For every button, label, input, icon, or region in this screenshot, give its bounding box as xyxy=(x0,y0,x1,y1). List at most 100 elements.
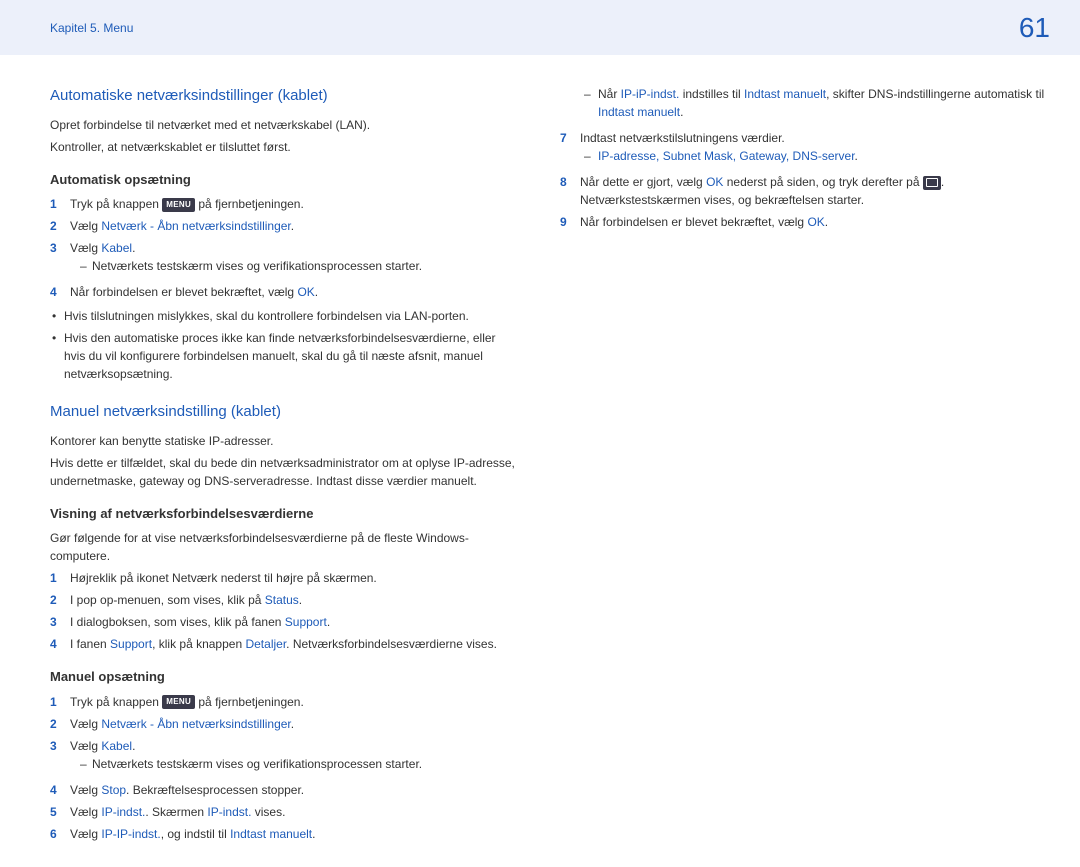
step-number: 1 xyxy=(50,195,62,213)
link-text: OK xyxy=(706,175,723,189)
link-text: IP-IP-indst. xyxy=(101,827,160,841)
column-left: Automatiske netværksindstillinger (kable… xyxy=(50,85,520,847)
step-number: 1 xyxy=(50,569,62,587)
link-text: Indtast manuelt xyxy=(598,105,680,119)
step-item: 8 Når dette er gjort, vælg OK nederst på… xyxy=(560,173,1045,209)
step-item: 4 I fanen Support, klik på knappen Detal… xyxy=(50,635,520,653)
step-body: Når dette er gjort, vælg OK nederst på s… xyxy=(580,173,1045,209)
page-number: 61 xyxy=(1019,7,1050,49)
step-body: Tryk på knappen MENU på fjernbetjeningen… xyxy=(70,195,520,213)
bullet-list: Hvis tilslutningen mislykkes, skal du ko… xyxy=(50,307,520,383)
link-text: Detaljer xyxy=(245,637,286,651)
content: Automatiske netværksindstillinger (kable… xyxy=(0,55,1080,867)
step-number: 4 xyxy=(50,283,62,301)
menu-button-icon: MENU xyxy=(162,198,195,212)
step-number: 3 xyxy=(50,737,62,777)
link-text: Support xyxy=(110,637,152,651)
step-body: Når forbindelsen er blevet bekræftet, væ… xyxy=(70,283,520,301)
step-body: I fanen Support, klik på knappen Detalje… xyxy=(70,635,520,653)
step-number: 2 xyxy=(50,591,62,609)
subheading-view-values: Visning af netværksforbindelsesværdierne xyxy=(50,504,520,524)
step-body: Når IP-iP-indst. indstilles til Indtast … xyxy=(580,85,1045,125)
remote-enter-icon xyxy=(923,176,941,190)
step-body: I dialogboksen, som vises, klik på fanen… xyxy=(70,613,520,631)
step-body: Vælg Netværk - Åbn netværksindstillinger… xyxy=(70,715,520,733)
step-body: Tryk på knappen MENU på fjernbetjeningen… xyxy=(70,693,520,711)
sub-note: Netværkets testskærm vises og verifikati… xyxy=(70,257,520,275)
step-number: 5 xyxy=(50,803,62,821)
step-body: Højreklik på ikonet Netværk nederst til … xyxy=(70,569,520,587)
step-body: Når forbindelsen er blevet bekræftet, væ… xyxy=(580,213,1045,231)
step-list: 1 Højreklik på ikonet Netværk nederst ti… xyxy=(50,569,520,653)
step-body: Vælg Kabel. Netværkets testskærm vises o… xyxy=(70,239,520,279)
column-right: 0 Når IP-iP-indst. indstilles til Indtas… xyxy=(560,85,1045,847)
link-text: Support xyxy=(285,615,327,629)
menu-button-icon: MENU xyxy=(162,695,195,709)
step-body: I pop op-menuen, som vises, klik på Stat… xyxy=(70,591,520,609)
bullet-item: Hvis den automatiske proces ikke kan fin… xyxy=(50,329,520,383)
step-number: 6 xyxy=(50,825,62,843)
step-item: 5 Vælg IP-indst.. Skærmen IP-indst. vise… xyxy=(50,803,520,821)
paragraph: Gør følgende for at vise netværksforbind… xyxy=(50,529,520,565)
link-text: Indtast manuelt xyxy=(230,827,312,841)
step-number: 2 xyxy=(50,217,62,235)
step-item: 4 Vælg Stop. Bekræftelsesprocessen stopp… xyxy=(50,781,520,799)
step-number: 3 xyxy=(50,613,62,631)
link-text: IP-iP-indst. xyxy=(621,87,680,101)
subheading-auto-setup: Automatisk opsætning xyxy=(50,170,520,190)
link-text: Netværk - Åbn netværksindstillinger xyxy=(101,717,290,731)
step-list: 1 Tryk på knappen MENU på fjernbetjening… xyxy=(50,693,520,843)
step-body: Vælg Stop. Bekræftelsesprocessen stopper… xyxy=(70,781,520,799)
step-item: 3 Vælg Kabel. Netværkets testskærm vises… xyxy=(50,737,520,777)
bullet-item: Hvis tilslutningen mislykkes, skal du ko… xyxy=(50,307,520,325)
step-list: 1 Tryk på knappen MENU på fjernbetjening… xyxy=(50,195,520,301)
step-item: 3 Vælg Kabel. Netværkets testskærm vises… xyxy=(50,239,520,279)
step-item: 9 Når forbindelsen er blevet bekræftet, … xyxy=(560,213,1045,231)
step-list-continued: 0 Når IP-iP-indst. indstilles til Indtas… xyxy=(560,85,1045,231)
heading-auto-network: Automatiske netværksindstillinger (kable… xyxy=(50,85,520,108)
step-item: 2 I pop op-menuen, som vises, klik på St… xyxy=(50,591,520,609)
step-number: 2 xyxy=(50,715,62,733)
step-item: 7 Indtast netværkstilslutningens værdier… xyxy=(560,129,1045,169)
step-number: 4 xyxy=(50,781,62,799)
link-text: IP-indst. xyxy=(101,805,145,819)
step-item: 2 Vælg Netværk - Åbn netværksindstilling… xyxy=(50,715,520,733)
step-item: 4 Når forbindelsen er blevet bekræftet, … xyxy=(50,283,520,301)
step-number: 1 xyxy=(50,693,62,711)
link-text: Indtast manuelt xyxy=(744,87,826,101)
step-item: 6 Vælg IP-IP-indst., og indstil til Indt… xyxy=(50,825,520,843)
heading-manual-network: Manuel netværksindstilling (kablet) xyxy=(50,401,520,424)
step-body: Vælg Kabel. Netværkets testskærm vises o… xyxy=(70,737,520,777)
link-text: OK xyxy=(807,215,824,229)
link-text: Status xyxy=(265,593,299,607)
step-item: 2 Vælg Netværk - Åbn netværksindstilling… xyxy=(50,217,520,235)
paragraph: Opret forbindelse til netværket med et n… xyxy=(50,116,520,134)
step-body: Vælg IP-IP-indst., og indstil til Indtas… xyxy=(70,825,520,843)
link-text: Stop xyxy=(101,783,126,797)
paragraph: Kontroller, at netværkskablet er tilslut… xyxy=(50,138,520,156)
breadcrumb: Kapitel 5. Menu xyxy=(50,19,133,37)
link-text: IP-indst. xyxy=(207,805,251,819)
link-text: Netværk - Åbn netværksindstillinger xyxy=(101,219,290,233)
link-text: Kabel xyxy=(101,241,132,255)
link-text: Kabel xyxy=(101,739,132,753)
step-number: 7 xyxy=(560,129,572,169)
link-text: OK xyxy=(297,285,314,299)
step-body: Indtast netværkstilslutningens værdier. … xyxy=(580,129,1045,169)
subheading-manual-setup: Manuel opsætning xyxy=(50,667,520,687)
paragraph: Kontorer kan benytte statiske IP-adresse… xyxy=(50,432,520,450)
step-body: Vælg Netværk - Åbn netværksindstillinger… xyxy=(70,217,520,235)
link-text: IP-adresse, Subnet Mask, Gateway, DNS-se… xyxy=(598,149,855,163)
step-number: 8 xyxy=(560,173,572,209)
step-number: 9 xyxy=(560,213,572,231)
step-item: 0 Når IP-iP-indst. indstilles til Indtas… xyxy=(560,85,1045,125)
step-item: 1 Tryk på knappen MENU på fjernbetjening… xyxy=(50,693,520,711)
page-header: Kapitel 5. Menu 61 xyxy=(0,0,1080,55)
sub-note: IP-adresse, Subnet Mask, Gateway, DNS-se… xyxy=(580,147,1045,165)
sub-note: Når IP-iP-indst. indstilles til Indtast … xyxy=(580,85,1045,121)
step-number: 3 xyxy=(50,239,62,279)
paragraph: Hvis dette er tilfældet, skal du bede di… xyxy=(50,454,520,490)
sub-note: Netværkets testskærm vises og verifikati… xyxy=(70,755,520,773)
step-body: Vælg IP-indst.. Skærmen IP-indst. vises. xyxy=(70,803,520,821)
step-item: 1 Højreklik på ikonet Netværk nederst ti… xyxy=(50,569,520,587)
